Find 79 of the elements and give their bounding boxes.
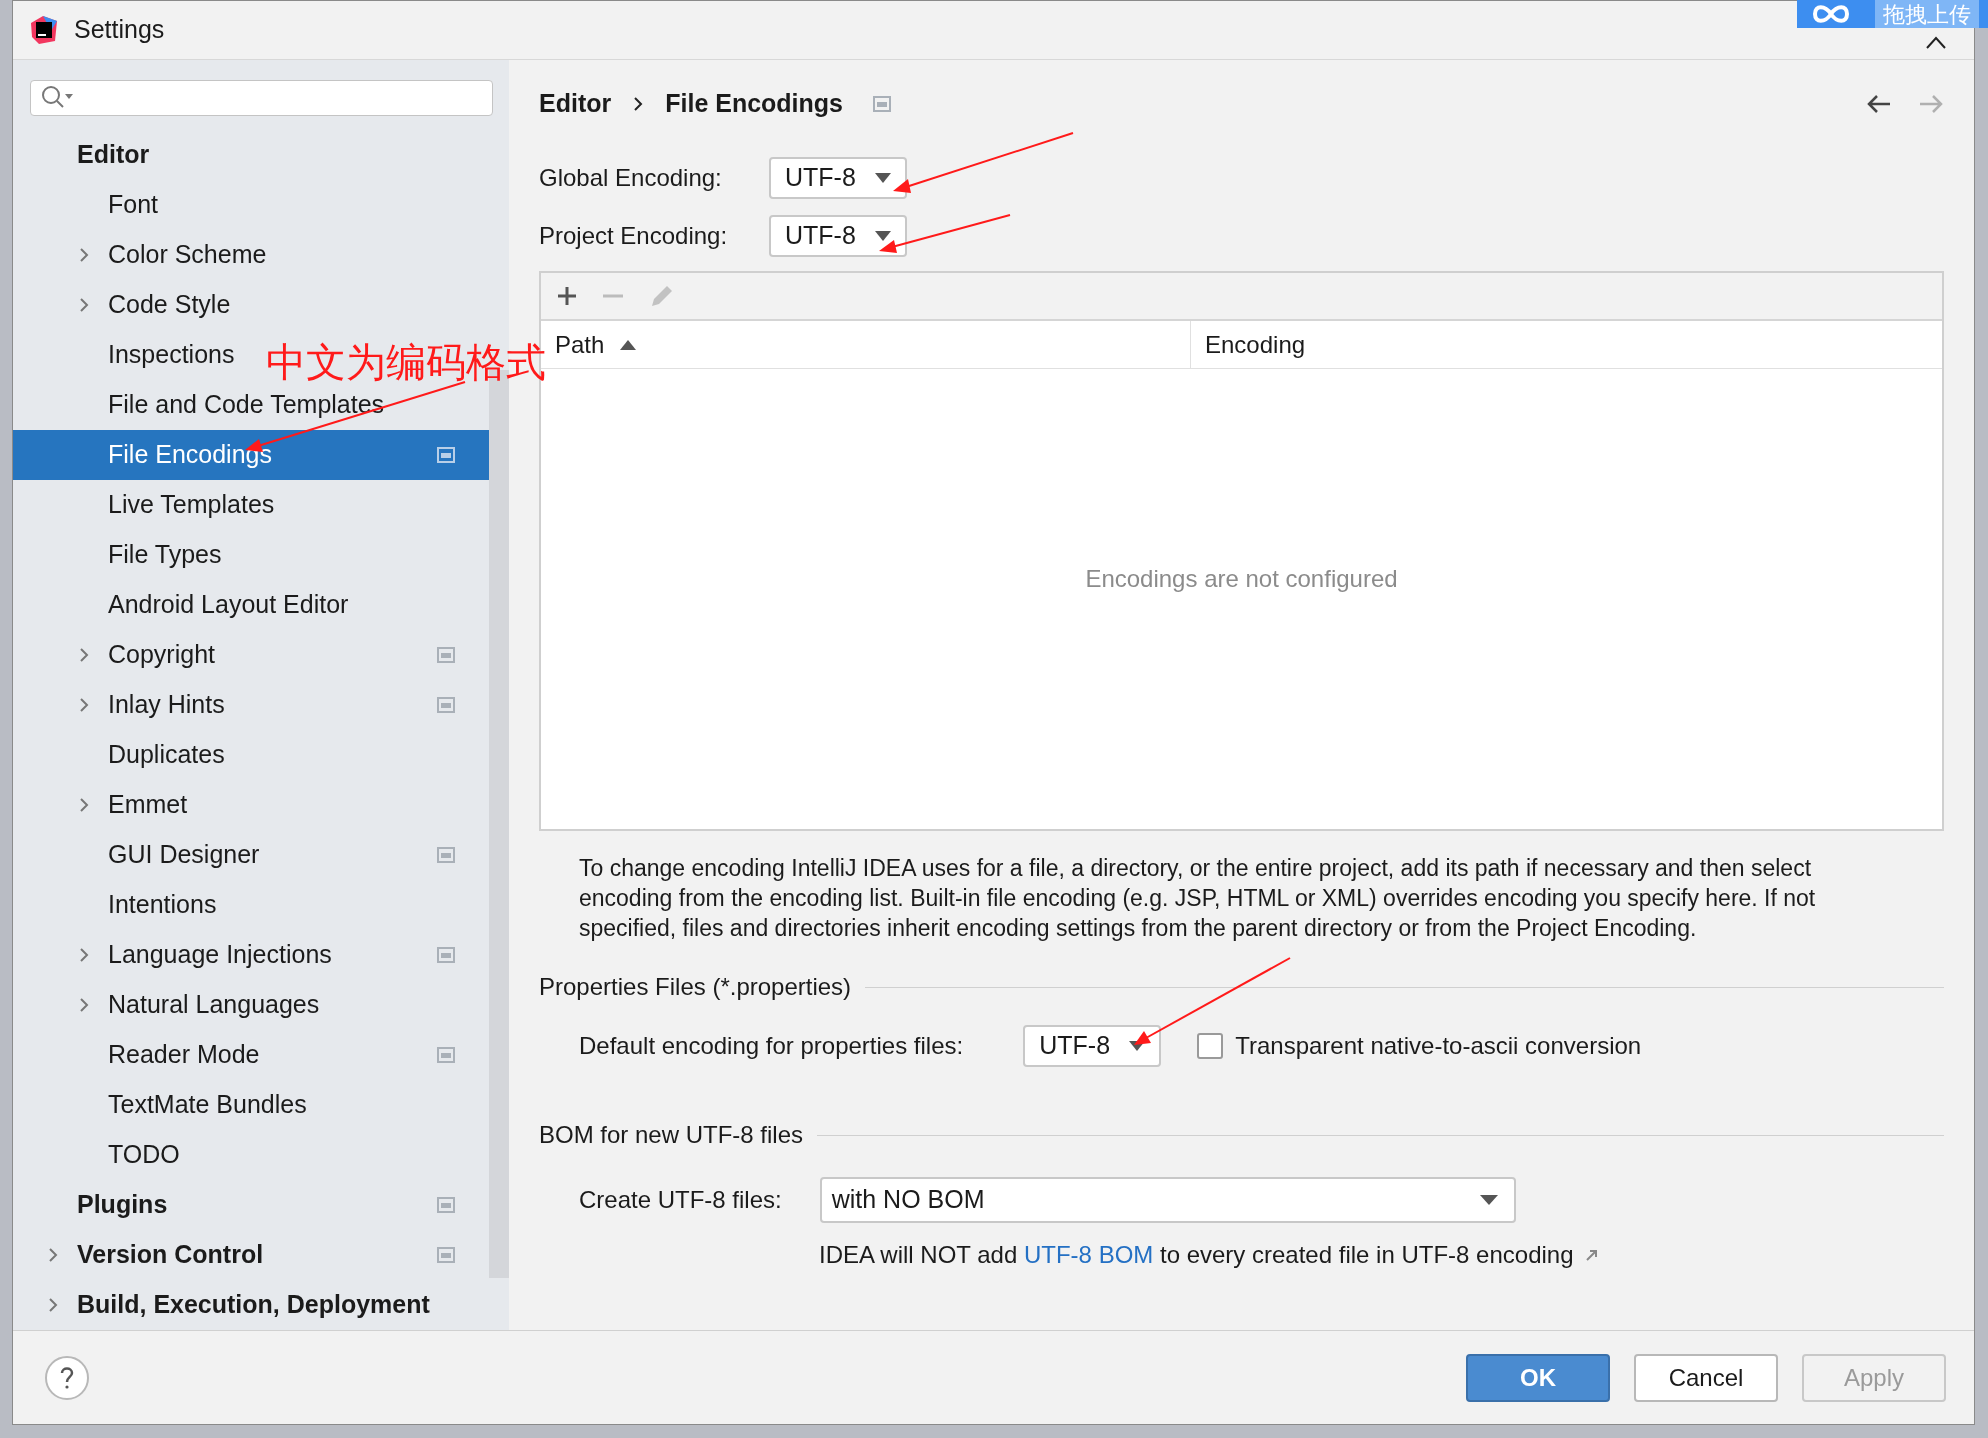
project-icon [437,847,455,863]
checkbox-label: Transparent native-to-ascii conversion [1235,1031,1642,1061]
window-title: Settings [74,14,165,46]
chevron-right-icon [48,1297,58,1313]
project-icon [437,1047,455,1063]
tree-item[interactable]: Inlay Hints [108,686,225,724]
project-icon [437,1247,455,1263]
infinity-icon [1811,3,1851,25]
question-mark-icon [60,1366,74,1389]
empty-table-message: Encodings are not configured [1085,564,1398,594]
tree-item[interactable]: Duplicates [108,736,225,774]
chevron-right-icon [48,1247,58,1263]
tree-item[interactable]: Live Templates [108,486,275,524]
dialog-button[interactable]: OK [1466,1353,1610,1402]
tree-item[interactable]: GUI Designer [108,836,260,874]
tree-item[interactable]: TextMate Bundles [108,1086,307,1124]
bom-dropdown[interactable]: with NO BOM [819,1177,1516,1223]
tree-item[interactable]: TODO [108,1136,180,1174]
project-icon [873,95,891,112]
field-label: Default encoding for properties files: [579,1031,964,1061]
chevron-right-icon [79,997,89,1013]
project-icon [437,447,455,463]
tree-item[interactable]: Reader Mode [108,1036,260,1074]
tree-item[interactable]: Code Style [108,286,231,324]
dropdown-arrow-icon [875,231,891,241]
help-text: To change encoding IntelliJ IDEA uses for a file, a directory, or the entire project, add its path if necessary and then select encoding from the encoding list. Built-in file encoding (e.g. JSP, HTML or XML) overrides encoding you specify here. If not specified, files and directories inherit encoding settings from the parent directory or from the Project Encoding. [579,854,1817,943]
tree-item[interactable]: File and Code Templates [108,386,385,424]
project-icon [437,1197,455,1213]
chevron-right-icon [79,647,89,663]
add-icon[interactable] [557,286,577,306]
field-label: Global Encoding: [539,163,723,193]
tree-item[interactable]: Language Injections [108,936,332,974]
bom-note: IDEA will NOT add UTF-8 BOM to every created file in UTF-8 encoding [819,1240,1574,1270]
breadcrumb-item[interactable]: File Encodings [665,84,843,123]
tree-item[interactable]: Editor [77,136,150,174]
encoding-dropdown[interactable]: UTF-8 [1023,1025,1162,1067]
project-icon [437,647,455,663]
field-label: Create UTF-8 files: [579,1185,782,1215]
dialog-button[interactable]: Cancel [1634,1353,1778,1402]
tree-item[interactable]: Natural Languages [108,986,320,1024]
tree-item[interactable]: Version Control [77,1236,264,1274]
edit-pencil-icon[interactable] [649,283,675,309]
utf8-bom-link[interactable]: UTF-8 BOM [1023,1241,1154,1268]
tree-item[interactable]: Inspections [108,336,235,374]
tree-item[interactable]: File Encodings [108,436,272,474]
chevron-right-icon [79,947,89,963]
forward-arrow-icon[interactable] [1918,93,1944,114]
tree-item[interactable]: Android Layout Editor [108,586,349,624]
chevron-icon [633,95,644,112]
tree-item[interactable]: Color Scheme [108,236,267,274]
tree-item[interactable]: Font [108,186,159,224]
tree-item[interactable]: Plugins [77,1186,168,1224]
tree-item[interactable]: Emmet [108,786,188,824]
encoding-dropdown[interactable]: UTF-8 [769,215,907,257]
tree-item[interactable]: Intentions [108,886,217,924]
external-link-icon [1585,1249,1598,1261]
section-title: BOM for new UTF-8 files [539,1120,804,1150]
chevron-right-icon [79,797,89,813]
checkbox[interactable] [1197,1033,1224,1059]
tree-item[interactable]: Build, Execution, Deployment [77,1286,430,1324]
sort-ascending-icon [620,339,637,350]
breadcrumb-item[interactable]: Editor [539,84,612,123]
section-title: Properties Files (*.properties) [539,972,852,1002]
project-icon [437,697,455,713]
dropdown-arrow-icon [875,173,891,183]
tree-item[interactable]: File Types [108,536,222,574]
back-arrow-icon[interactable] [1866,93,1892,114]
column-header[interactable]: Encoding [1191,321,1942,368]
chevron-right-icon [79,697,89,713]
field-label: Project Encoding: [539,221,729,251]
dropdown-arrow-icon [1479,1195,1498,1205]
chevron-right-icon [79,297,89,313]
help-button[interactable] [45,1355,89,1400]
encoding-dropdown[interactable]: UTF-8 [769,157,907,199]
chevron-right-icon [79,247,89,263]
search-field[interactable] [30,80,493,116]
tree-item[interactable]: Copyright [108,636,215,674]
project-icon [437,947,455,963]
app-logo-icon [29,15,59,45]
